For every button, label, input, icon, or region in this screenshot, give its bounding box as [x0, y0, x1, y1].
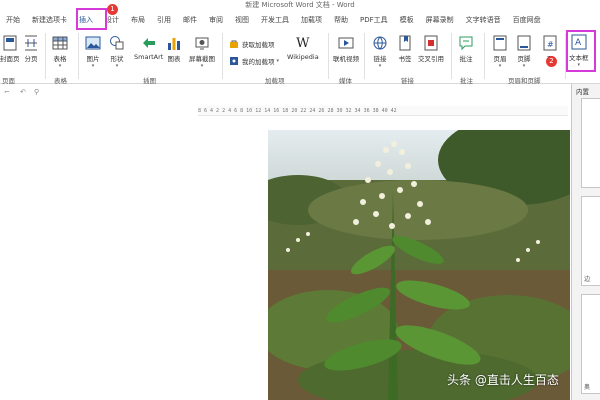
insert-tab-highlight: [76, 8, 107, 30]
footer-button[interactable]: 页脚 ▾: [516, 35, 532, 69]
format-painter-icon[interactable]: ⚲: [34, 88, 39, 96]
wikipedia-icon: W: [296, 35, 310, 51]
comment-icon: [458, 35, 474, 51]
textbox-gallery-item[interactable]: [581, 98, 600, 188]
watermark: 头条 @直击人生百态: [447, 373, 559, 387]
screenshot-icon: [194, 35, 210, 51]
tab-text-to-speech[interactable]: 文字转语音: [460, 10, 507, 31]
tab-pdf-tools[interactable]: PDF工具: [354, 10, 394, 31]
textbox-gallery-item[interactable]: 边: [581, 196, 600, 286]
chevron-down-icon: ▾: [200, 63, 204, 69]
addin-puzzle-icon: [229, 56, 239, 66]
ribbon-insert: 封面页 分页 页面 表格 ▾ 表格 图片 ▾ 形状 ▾ SmartArt 图表 …: [0, 31, 600, 85]
tab-help[interactable]: 帮助: [328, 10, 354, 31]
table-icon: [52, 35, 68, 51]
bookmark-icon: [397, 35, 413, 51]
online-video-icon: [338, 35, 354, 51]
footer-icon: [516, 35, 532, 51]
group-media-label: 媒体: [339, 77, 352, 85]
ruler-toggle-icon[interactable]: ⌐: [4, 88, 10, 96]
chevron-down-icon: ▾: [378, 63, 382, 69]
tab-baidu-netdisk[interactable]: 百度网盘: [507, 10, 547, 31]
bookmark-button[interactable]: 书签: [397, 35, 413, 63]
tab-view[interactable]: 视图: [229, 10, 255, 31]
tab-addins[interactable]: 加载项: [295, 10, 328, 31]
header-button[interactable]: 页眉 ▾: [492, 35, 508, 69]
tab-layout[interactable]: 布局: [125, 10, 151, 31]
get-addins-button[interactable]: 获取加载项: [229, 39, 275, 49]
tab-screen-record[interactable]: 屏幕录制: [420, 10, 460, 31]
page-break-icon: [23, 35, 39, 51]
inserted-photo[interactable]: [268, 130, 570, 400]
store-icon: [229, 39, 239, 49]
chevron-down-icon: ▾: [522, 63, 526, 69]
online-video-button[interactable]: 联机视频: [333, 35, 359, 63]
shapes-button[interactable]: 形状 ▾: [109, 35, 125, 69]
group-tables-label: 表格: [54, 77, 67, 85]
wikipedia-button[interactable]: W Wikipedia: [287, 35, 319, 62]
link-button[interactable]: 链接 ▾: [372, 35, 388, 69]
step-badge-1: 1: [107, 4, 118, 15]
group-addins-label: 加载项: [265, 77, 285, 85]
page-break-button[interactable]: 分页: [23, 35, 39, 63]
header-icon: [492, 35, 508, 51]
chart-button[interactable]: 图表: [166, 35, 182, 63]
chart-icon: [166, 35, 182, 51]
separator: [78, 33, 79, 79]
svg-text:#: #: [547, 40, 554, 49]
my-addins-button[interactable]: 我的加载项 ▾: [229, 56, 279, 66]
group-illustrations-label: 插图: [143, 77, 156, 85]
separator: [222, 33, 223, 79]
cover-page-icon: [2, 35, 18, 51]
step-badge-2: 2: [546, 56, 557, 67]
tab-home[interactable]: 开始: [0, 10, 26, 31]
chevron-down-icon: ▾: [115, 63, 119, 69]
smartart-icon: [141, 35, 157, 51]
gallery-builtin-label: 内置: [576, 88, 589, 96]
table-button[interactable]: 表格 ▾: [52, 35, 68, 69]
separator: [451, 33, 452, 79]
tab-templates[interactable]: 模板: [394, 10, 420, 31]
group-pages-label: 页面: [2, 77, 15, 85]
screenshot-button[interactable]: 屏幕截图 ▾: [189, 35, 215, 69]
chevron-down-icon: ▾: [498, 63, 502, 69]
tab-references[interactable]: 引用: [151, 10, 177, 31]
tab-mailings[interactable]: 邮件: [177, 10, 203, 31]
tab-developer[interactable]: 开发工具: [255, 10, 295, 31]
horizontal-ruler: 8 6 4 2 2 4 6 8 10 12 14 16 18 20 22 24 …: [198, 106, 568, 116]
quick-access-row: ⌐ ↶ ⚲: [0, 85, 600, 102]
link-icon: [372, 35, 388, 51]
separator: [328, 33, 329, 79]
undo-icon[interactable]: ↶: [20, 88, 26, 96]
textbox-gallery-dropdown: 内置 边 奥: [571, 84, 600, 400]
smartart-button[interactable]: SmartArt: [134, 35, 163, 61]
cross-reference-icon: [423, 35, 439, 51]
textbox-highlight: [566, 30, 596, 72]
cover-page-button[interactable]: 封面页: [0, 35, 20, 63]
group-comments-label: 批注: [460, 77, 473, 85]
chevron-down-icon: ▾: [276, 58, 280, 64]
page-number-icon: #: [542, 35, 558, 51]
shapes-icon: [109, 35, 125, 51]
group-links-label: 链接: [401, 77, 414, 85]
picture-icon: [85, 35, 101, 51]
cross-reference-button[interactable]: 交叉引用: [418, 35, 444, 63]
picture-button[interactable]: 图片 ▾: [85, 35, 101, 69]
tab-review[interactable]: 审阅: [203, 10, 229, 31]
chevron-down-icon: ▾: [58, 63, 62, 69]
comment-button[interactable]: 批注: [458, 35, 474, 63]
tab-new-tab[interactable]: 新建选项卡: [26, 10, 73, 31]
chevron-down-icon: ▾: [91, 63, 95, 69]
group-header-footer-label: 页眉和页脚: [508, 77, 541, 85]
separator: [45, 33, 46, 79]
separator: [364, 33, 365, 79]
textbox-gallery-item[interactable]: 奥: [581, 294, 600, 394]
separator: [484, 33, 485, 79]
